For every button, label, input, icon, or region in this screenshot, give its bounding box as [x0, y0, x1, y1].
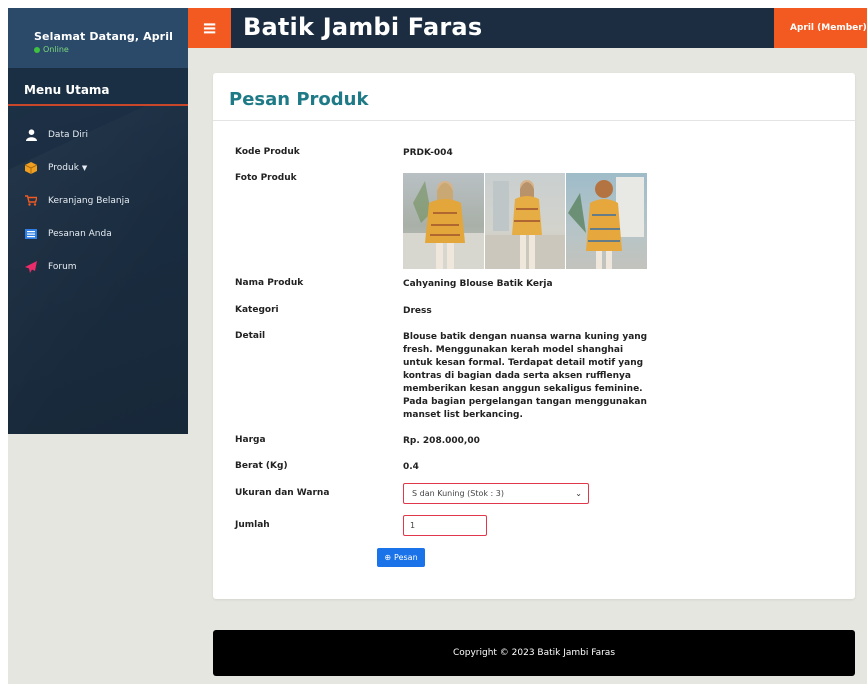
- sidebar-item-forum[interactable]: Forum: [8, 250, 188, 283]
- kategori-value: Dress: [403, 306, 432, 316]
- quantity-value: 1: [410, 521, 416, 530]
- welcome-text: Selamat Datang, April: [34, 30, 173, 43]
- detail-value: Blouse batik dengan nuansa warna kuning …: [403, 332, 648, 420]
- brand-title: Batik Jambi Faras: [243, 13, 483, 41]
- list-icon: [24, 227, 38, 241]
- nama-produk-value: Cahyaning Blouse Batik Kerja: [403, 279, 553, 289]
- user-menu-label: April (Member): [790, 23, 867, 33]
- harga-label: Harga: [235, 435, 266, 445]
- hamburger-icon[interactable]: ≡: [188, 8, 231, 48]
- berat-label: Berat (Kg): [235, 461, 288, 471]
- send-icon: [24, 260, 38, 274]
- kategori-label: Kategori: [235, 305, 279, 315]
- harga-value: Rp. 208.000,00: [403, 436, 480, 446]
- berat-value: 0.4: [403, 462, 419, 472]
- online-status: Online: [34, 45, 188, 54]
- user-panel: Selamat Datang, April Online: [8, 8, 188, 68]
- menu-header: Menu Utama: [8, 68, 188, 106]
- sidebar-item-label: Pesanan Anda: [48, 228, 112, 239]
- top-navbar: ≡ Batik Jambi Faras April (Member) ⌄: [188, 8, 867, 48]
- user-icon: [24, 128, 38, 142]
- kode-produk-label: Kode Produk: [235, 147, 300, 157]
- order-button[interactable]: ⊕ Pesan: [377, 548, 425, 567]
- sidebar-item-produk[interactable]: Produk ▼: [8, 151, 188, 184]
- product-photo-back: [565, 173, 648, 269]
- product-photo-front: [403, 173, 484, 269]
- sidebar-item-data-diri[interactable]: Data Diri: [8, 118, 188, 151]
- cart-icon: [24, 194, 38, 208]
- kode-produk-value: PRDK-004: [403, 148, 453, 158]
- sidebar: Selamat Datang, April Online Menu Utama …: [8, 8, 188, 434]
- detail-label: Detail: [235, 331, 266, 341]
- sidebar-item-keranjang-belanja[interactable]: Keranjang Belanja: [8, 184, 188, 217]
- jumlah-label: Jumlah: [235, 520, 270, 530]
- product-photo-side: [483, 173, 566, 269]
- order-button-label: Pesan: [394, 553, 418, 562]
- order-card: Pesan Produk Kode Produk PRDK-004 Foto P…: [213, 73, 855, 599]
- sidebar-item-label: Forum: [48, 261, 77, 272]
- chevron-down-icon: ⌄: [575, 489, 582, 498]
- sidebar-item-pesanan-anda[interactable]: Pesanan Anda: [8, 217, 188, 250]
- status-dot-icon: [34, 46, 40, 53]
- box-icon: [24, 161, 38, 175]
- page-title: Pesan Produk: [213, 73, 855, 121]
- sidebar-item-label: Produk: [48, 162, 79, 173]
- user-menu-dropdown[interactable]: April (Member) ⌄: [774, 8, 867, 48]
- status-label: Online: [43, 45, 69, 54]
- nama-produk-label: Nama Produk: [235, 278, 304, 288]
- sidebar-menu: Data Diri Produk ▼ Keranjang Belanja Pes…: [8, 106, 188, 283]
- sidebar-item-label: Data Diri: [48, 129, 88, 140]
- footer: Copyright © 2023 Batik Jambi Faras: [213, 630, 855, 676]
- copyright-text: Copyright © 2023 Batik Jambi Faras: [452, 648, 616, 658]
- foto-produk-label: Foto Produk: [235, 173, 297, 183]
- quantity-input[interactable]: 1: [403, 515, 487, 536]
- plus-circle-icon: ⊕: [384, 553, 392, 562]
- size-color-selected: S dan Kuning (Stok : 3): [412, 489, 504, 498]
- sidebar-item-label: Keranjang Belanja: [48, 195, 130, 206]
- size-color-select[interactable]: S dan Kuning (Stok : 3) ⌄: [403, 483, 589, 504]
- caret-down-icon: ▼: [81, 163, 88, 172]
- product-photo: [403, 173, 648, 269]
- ukuran-warna-label: Ukuran dan Warna: [235, 488, 330, 498]
